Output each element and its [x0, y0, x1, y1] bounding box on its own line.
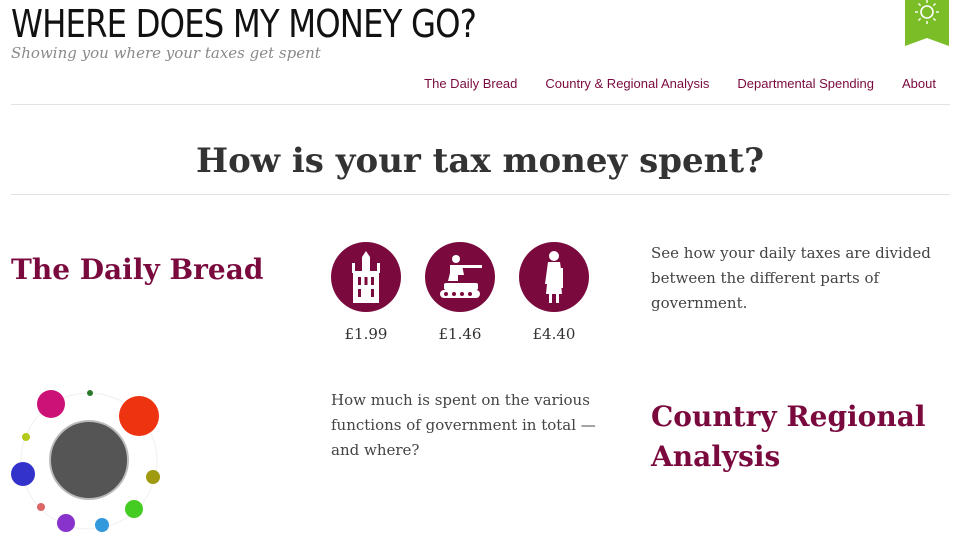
bubble [11, 462, 35, 486]
main-bubble [49, 420, 129, 500]
bubble [95, 518, 109, 532]
regional-description: How much is spent on the various functio… [331, 391, 596, 459]
daily-bread-description: See how your daily taxes are divided bet… [651, 244, 931, 312]
bubble [37, 390, 65, 418]
daily-bread-title[interactable]: The Daily Bread [11, 250, 263, 290]
soldier-tank-icon [425, 242, 495, 312]
headline-divider [11, 194, 950, 195]
site-tagline: Showing you where your taxes get spent [11, 44, 321, 62]
amount-label: £1.99 [344, 325, 388, 343]
nav-departmental-spending[interactable]: Departmental Spending [737, 76, 874, 92]
nav-daily-bread[interactable]: The Daily Bread [424, 76, 517, 92]
elderly-person-icon [519, 242, 589, 312]
government-building-icon [331, 242, 401, 312]
amount-label: £1.46 [438, 325, 482, 343]
sun-burst-icon [905, 0, 949, 46]
nav-country-regional[interactable]: Country & Regional Analysis [545, 76, 709, 92]
bubble [57, 514, 75, 532]
ribbon-badge[interactable] [905, 0, 949, 46]
daily-bread-item[interactable]: £4.40 [518, 242, 590, 344]
bubble [146, 470, 160, 484]
daily-bread-item[interactable]: £1.99 [330, 242, 402, 344]
daily-bread-item[interactable]: £1.46 [424, 242, 496, 344]
nav-about[interactable]: About [902, 76, 936, 92]
bubble [87, 390, 93, 396]
amount-label: £4.40 [532, 325, 576, 343]
bubble [37, 503, 45, 511]
regional-bubble-chart[interactable] [8, 385, 168, 537]
bubble [22, 433, 30, 441]
main-nav: The Daily Bread Country & Regional Analy… [396, 76, 936, 92]
regional-title[interactable]: Country Regional Analysis [651, 397, 951, 477]
bubble [125, 500, 143, 518]
header-divider [11, 104, 950, 105]
bubble [119, 396, 159, 436]
site-title[interactable]: WHERE DOES MY MONEY GO? [11, 2, 477, 46]
page-headline: How is your tax money spent? [195, 141, 765, 181]
